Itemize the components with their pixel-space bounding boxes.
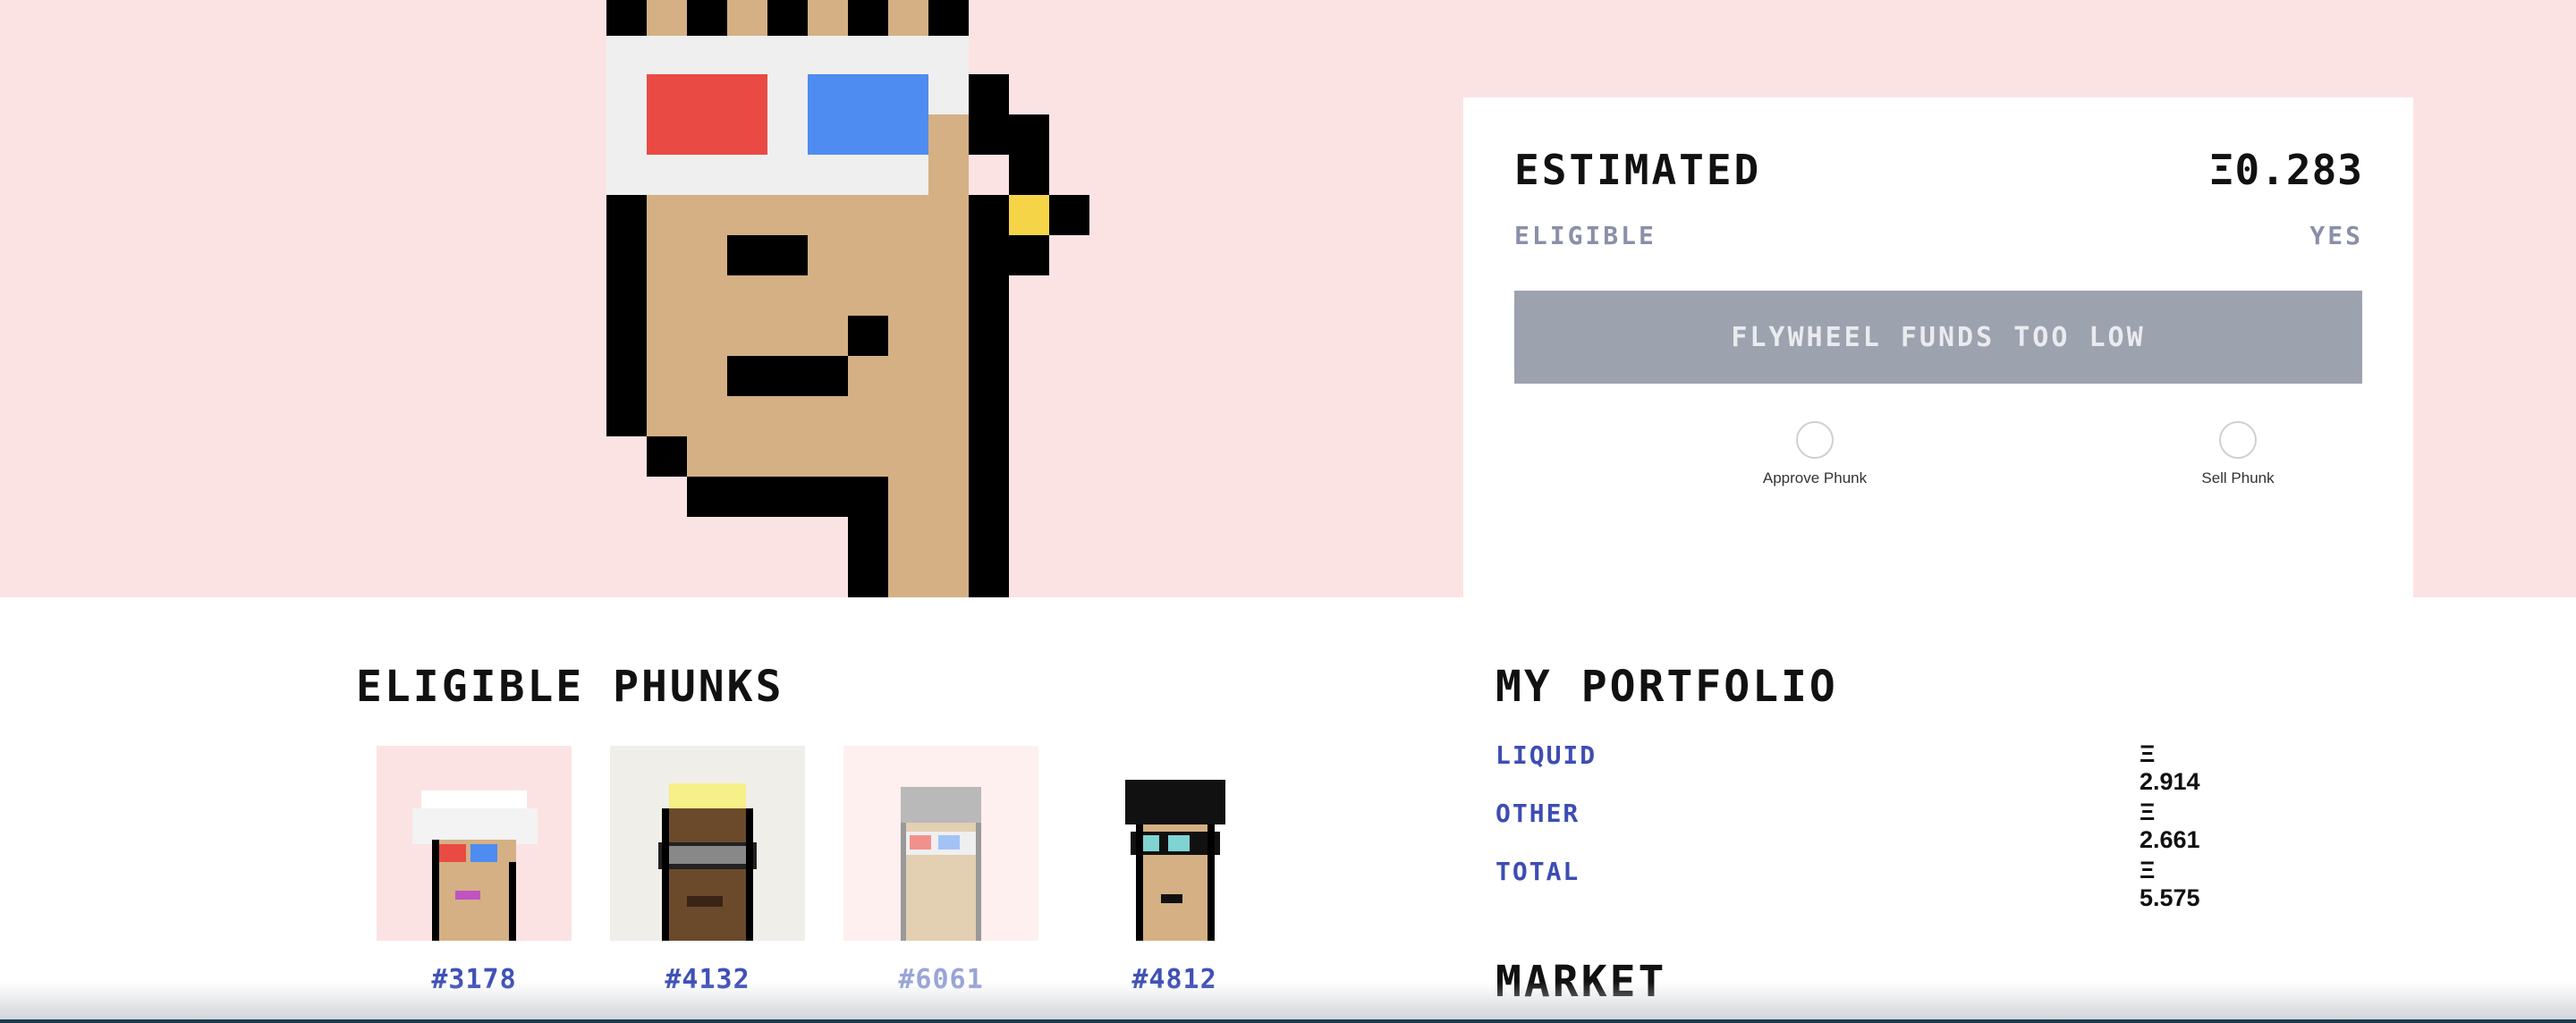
- portfolio-row-other: OTHER Ξ 2.661: [1496, 799, 2211, 853]
- phunk-card[interactable]: #4812: [1077, 746, 1272, 995]
- eligible-phunks-title: ELIGIBLE PHUNKS: [356, 662, 784, 712]
- step-indicator-circle: [2219, 421, 2257, 459]
- eligible-label: ELIGIBLE: [1514, 221, 1657, 250]
- portfolio-row-total: TOTAL Ξ 5.575: [1496, 857, 2211, 911]
- step-sell-phunk: Sell Phunk: [2131, 421, 2345, 487]
- phunk-card[interactable]: #4132: [610, 746, 805, 995]
- phunk-card[interactable]: #3178: [377, 746, 572, 995]
- estimated-value: Ξ0.283: [2208, 146, 2363, 194]
- flywheel-funds-button[interactable]: FLYWHEEL FUNDS TOO LOW: [1514, 291, 2362, 384]
- portfolio-value: Ξ 5.575: [2140, 857, 2200, 911]
- phunk-thumbnail: [1077, 746, 1272, 941]
- window-bottom-edge: [0, 1019, 2576, 1023]
- hero-banner: ESTIMATED Ξ0.283 ELIGIBLE YES FLYWHEEL F…: [0, 0, 2576, 597]
- portfolio-row-liquid: LIQUID Ξ 2.914: [1496, 740, 2211, 795]
- step-label: Approve Phunk: [1762, 469, 1868, 486]
- step-indicator-circle: [1796, 421, 1834, 459]
- featured-phunk-image: [606, 0, 1089, 597]
- phunk-thumbnail: [843, 746, 1038, 941]
- portfolio-label[interactable]: TOTAL: [1496, 857, 1580, 886]
- scroll-fade: [0, 982, 2576, 1023]
- portfolio-title: MY PORTFOLIO: [1496, 662, 1838, 712]
- portfolio-label[interactable]: OTHER: [1496, 799, 1580, 828]
- estimate-panel: ESTIMATED Ξ0.283 ELIGIBLE YES FLYWHEEL F…: [1463, 97, 2413, 597]
- portfolio-value: Ξ 2.661: [2140, 799, 2200, 853]
- phunk-thumbnail: [377, 746, 572, 941]
- estimated-label: ESTIMATED: [1514, 146, 1762, 194]
- step-label: Sell Phunk: [2201, 469, 2275, 486]
- step-approve-phunk: Approve Phunk: [1707, 421, 1922, 487]
- eligible-value: YES: [2309, 221, 2363, 250]
- portfolio-value: Ξ 2.914: [2140, 740, 2200, 795]
- phunk-card[interactable]: #6061: [843, 746, 1038, 995]
- phunk-thumbnail: [610, 746, 805, 941]
- portfolio-label[interactable]: LIQUID: [1496, 740, 1597, 770]
